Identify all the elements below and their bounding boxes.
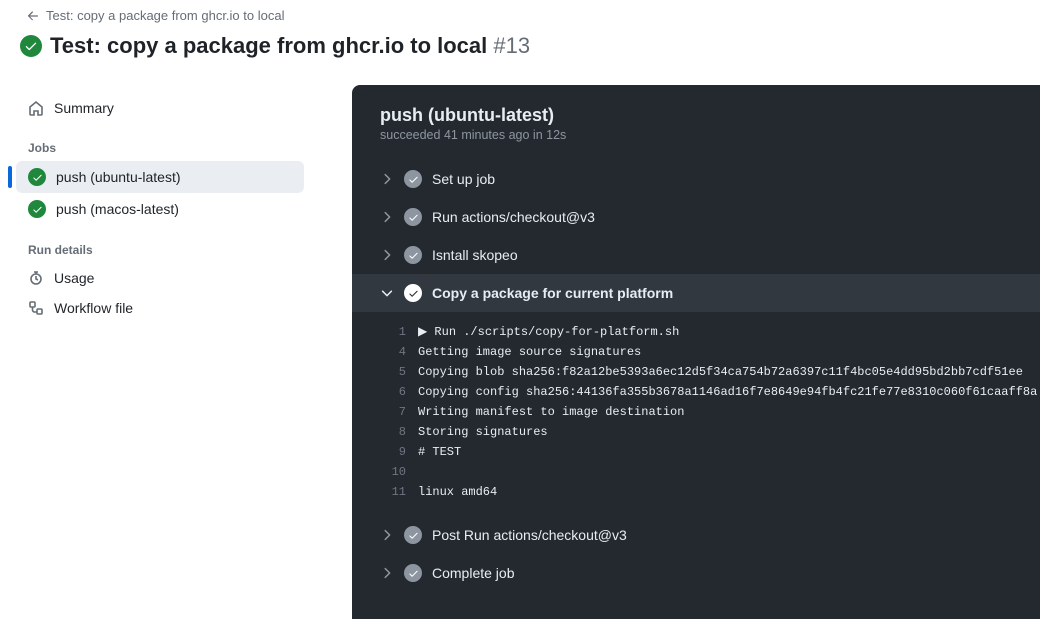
log-line: 4 Getting image source signatures xyxy=(380,342,1012,362)
log-line-number: 6 xyxy=(380,382,406,402)
log-line: 5Copying blob sha256:f82a12be5393a6ec12d… xyxy=(380,362,1012,382)
log-line-number: 4 xyxy=(380,342,406,362)
job-subtitle: succeeded 41 minutes ago in 12s xyxy=(380,128,1012,142)
check-icon xyxy=(404,526,422,544)
log-line-text: Copying config sha256:44136fa355b3678a11… xyxy=(418,382,1037,402)
check-icon xyxy=(404,170,422,188)
log-line-number: 8 xyxy=(380,422,406,442)
log-line: 6Copying config sha256:44136fa355b3678a1… xyxy=(380,382,1012,402)
step-post-checkout[interactable]: Post Run actions/checkout@v3 xyxy=(352,516,1040,554)
log-line-text: Storing signatures xyxy=(418,422,548,442)
check-icon xyxy=(404,564,422,582)
log-line-text: linux amd64 xyxy=(418,482,497,502)
back-label: Test: copy a package from ghcr.io to loc… xyxy=(46,8,284,23)
sidebar-job-label: push (ubuntu-latest) xyxy=(56,169,181,185)
sidebar-usage-label: Usage xyxy=(54,270,94,286)
sidebar-usage[interactable]: Usage xyxy=(16,263,304,293)
home-icon xyxy=(28,100,44,116)
step-label: Copy a package for current platform xyxy=(432,285,673,301)
steps-list: Set up job Run actions/checkout@v3 Isnta… xyxy=(352,154,1040,598)
step-log[interactable]: 1 ▶ Run ./scripts/copy-for-platform.sh 4 Ge… xyxy=(352,312,1040,516)
stopwatch-icon xyxy=(28,270,44,286)
log-line-number: 7 xyxy=(380,402,406,422)
step-setup-job[interactable]: Set up job xyxy=(352,160,1040,198)
step-checkout[interactable]: Run actions/checkout@v3 xyxy=(352,198,1040,236)
log-line-number: 10 xyxy=(380,462,406,482)
sidebar-workflow-file[interactable]: Workflow file xyxy=(16,293,304,323)
step-label: Run actions/checkout@v3 xyxy=(432,209,595,225)
sidebar-job-macos[interactable]: push (macos-latest) xyxy=(16,193,304,225)
log-line: 1 ▶ Run ./scripts/copy-for-platform.sh xyxy=(380,322,1012,342)
log-line-text: ▶ Run ./scripts/copy-for-platform.sh xyxy=(418,322,679,342)
check-icon xyxy=(404,284,422,302)
sidebar-summary[interactable]: Summary xyxy=(16,93,304,123)
page-header: Test: copy a package from ghcr.io to loc… xyxy=(0,0,1040,73)
check-icon xyxy=(404,246,422,264)
step-label: Complete job xyxy=(432,565,515,581)
page-title: Test: copy a package from ghcr.io to loc… xyxy=(50,33,530,59)
step-complete-job[interactable]: Complete job xyxy=(352,554,1040,592)
sidebar-rundetails-heading: Run details xyxy=(16,225,304,263)
log-line-number: 5 xyxy=(380,362,406,382)
log-panel: push (ubuntu-latest) succeeded 41 minute… xyxy=(352,85,1040,619)
log-line-number: 11 xyxy=(380,482,406,502)
sidebar-workflow-label: Workflow file xyxy=(54,300,133,316)
arrow-left-icon xyxy=(26,9,40,23)
workflow-file-icon xyxy=(28,300,44,316)
chevron-right-icon xyxy=(380,248,394,262)
log-line-text: Copying blob sha256:f82a12be5393a6ec12d5… xyxy=(418,362,1023,382)
step-install-skopeo[interactable]: Isntall skopeo xyxy=(352,236,1040,274)
log-line: 9 # TEST xyxy=(380,442,1012,462)
log-line: 11 linux amd64 xyxy=(380,482,1012,502)
job-header: push (ubuntu-latest) succeeded 41 minute… xyxy=(352,85,1040,154)
log-line: 7 Writing manifest to image destination xyxy=(380,402,1012,422)
check-icon xyxy=(404,208,422,226)
log-line-text: Writing manifest to image destination xyxy=(418,402,684,422)
title-row: Test: copy a package from ghcr.io to loc… xyxy=(20,33,1020,59)
step-label: Set up job xyxy=(432,171,495,187)
log-line: 8 Storing signatures xyxy=(380,422,1012,442)
sidebar: Summary Jobs push (ubuntu-latest) push (… xyxy=(16,85,304,619)
check-icon xyxy=(28,168,46,186)
sidebar-summary-label: Summary xyxy=(54,100,114,116)
sidebar-job-label: push (macos-latest) xyxy=(56,201,179,217)
step-label: Post Run actions/checkout@v3 xyxy=(432,527,627,543)
log-line-number: 9 xyxy=(380,442,406,462)
check-icon xyxy=(28,200,46,218)
log-line-text: # TEST xyxy=(418,442,461,462)
chevron-right-icon xyxy=(380,566,394,580)
sidebar-job-ubuntu[interactable]: push (ubuntu-latest) xyxy=(16,161,304,193)
log-line-number: 1 xyxy=(380,322,406,342)
step-label: Isntall skopeo xyxy=(432,247,518,263)
back-link[interactable]: Test: copy a package from ghcr.io to loc… xyxy=(26,8,284,23)
chevron-right-icon xyxy=(380,172,394,186)
chevron-right-icon xyxy=(380,210,394,224)
log-line: 10 xyxy=(380,462,1012,482)
status-success-icon xyxy=(20,35,42,57)
sidebar-jobs-heading: Jobs xyxy=(16,123,304,161)
job-title: push (ubuntu-latest) xyxy=(380,105,1012,126)
step-copy-package[interactable]: Copy a package for current platform xyxy=(352,274,1040,312)
log-line-text: Getting image source signatures xyxy=(418,342,641,362)
chevron-right-icon xyxy=(380,528,394,542)
chevron-down-icon xyxy=(380,286,394,300)
